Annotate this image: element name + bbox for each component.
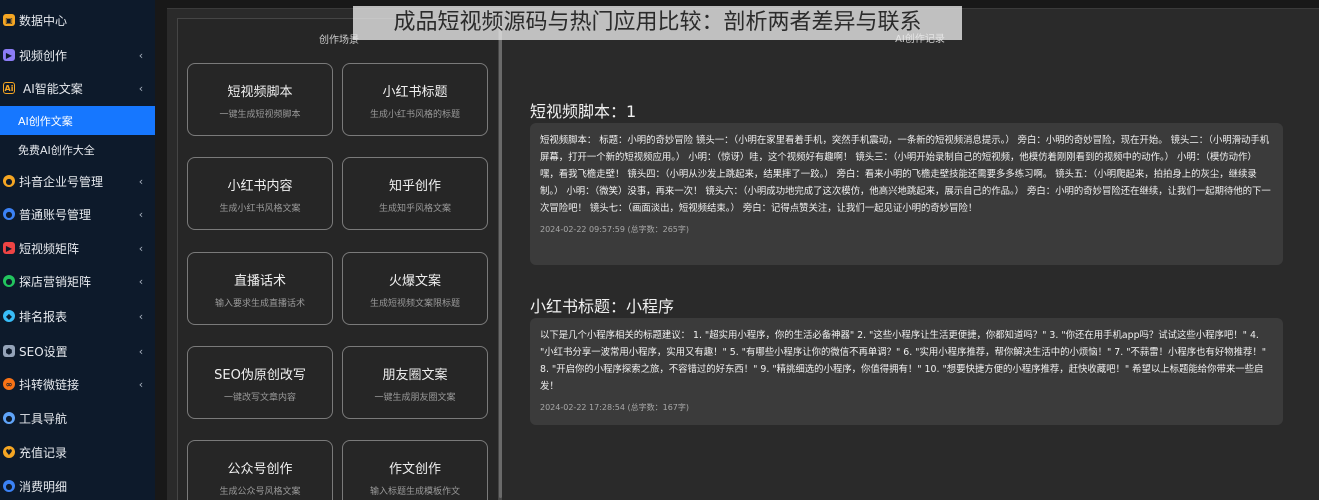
report-icon: ◆	[3, 310, 15, 322]
watermark-title: 成品短视频源码与热门应用比较：剖析两者差异与联系	[353, 6, 962, 40]
chevron-left-icon: ‹	[138, 241, 144, 255]
sidebar-item-label: 抖音企业号管理	[19, 174, 104, 189]
card-wechat-article[interactable]: 公众号创作 生成公众号风格文案	[187, 440, 333, 500]
sidebar-item-label: 排名报表	[19, 309, 68, 324]
chevron-left-icon: ‹	[138, 48, 144, 62]
card-xhs-title[interactable]: 小红书标题 生成小红书风格的标题	[342, 63, 488, 136]
card-title: 小红书内容	[227, 179, 293, 194]
record-body: 短视频脚本： 标题：小明的奇妙冒险 镜头一：（小明在家里看着手机，突然手机震动，…	[540, 135, 1271, 214]
sidebar-item-free-ai[interactable]: 免费AI创作大全	[0, 135, 155, 165]
card-title: 知乎创作	[388, 179, 441, 194]
sidebar-item-label: SEO设置	[19, 344, 68, 359]
sidebar-item-label: AI智能文案	[23, 81, 83, 96]
sidebar-item-label: 免费AI创作大全	[18, 144, 95, 157]
tools-icon: ●	[3, 412, 15, 424]
card-subtitle: 生成小红书风格的标题	[369, 110, 460, 120]
card-subtitle: 生成小红书风格文案	[219, 204, 301, 214]
ai-icon: Ai	[3, 82, 15, 94]
card-title: 朋友圈文案	[382, 368, 448, 383]
video-icon: ▶	[3, 49, 15, 61]
card-moments[interactable]: 朋友圈文案 一键生成朋友圈文案	[342, 346, 488, 419]
record-meta: 2024-02-22 17:28:54 (总字数：167字)	[540, 403, 690, 412]
record-meta: 2024-02-22 09:57:59 (总字数：265字)	[540, 225, 690, 234]
sidebar-item-video-matrix[interactable]: ▶ 短视频矩阵 ‹	[0, 233, 155, 263]
sidebar-item-seo[interactable]: ⬢ SEO设置 ‹	[0, 336, 155, 366]
chevron-left-icon: ‹	[138, 344, 144, 358]
sidebar-item-ai-copy[interactable]: Ai AI智能文案 ‹	[0, 73, 155, 103]
sidebar-item-link[interactable]: ∞ 抖转微链接 ‹	[0, 369, 155, 399]
sidebar-item-label: 充值记录	[19, 445, 68, 460]
sidebar-item-label: 探店营销矩阵	[19, 274, 92, 289]
sidebar-item-label: 消费明细	[19, 479, 68, 494]
sidebar-item-account[interactable]: ● 普通账号管理 ‹	[0, 199, 155, 229]
account-icon: ●	[3, 208, 15, 220]
chevron-left-icon: ‹	[138, 274, 144, 288]
record-heading: 短视频脚本：1	[530, 102, 637, 121]
chevron-left-icon: ‹	[138, 174, 144, 188]
record-card: 短视频脚本： 标题：小明的奇妙冒险 镜头一：（小明在家里看着手机，突然手机震动，…	[530, 123, 1283, 265]
card-subtitle: 输入要求生成直播话术	[214, 299, 305, 309]
card-video-script[interactable]: 短视频脚本 一键生成短视频脚本	[187, 63, 333, 136]
card-subtitle: 一键生成短视频脚本	[219, 110, 301, 120]
record-card: 以下是几个小程序相关的标题建议： 1. "超实用小程序，你的生活必备神器" 2.…	[530, 318, 1283, 425]
card-title: 短视频脚本	[227, 85, 293, 100]
sidebar-item-label: 工具导航	[19, 411, 68, 426]
card-live-script[interactable]: 直播话术 输入要求生成直播话术	[187, 252, 333, 325]
card-subtitle: 生成短视频文案限标题	[369, 299, 460, 309]
sidebar-item-label: 数据中心	[19, 13, 68, 28]
recharge-icon: ♥	[3, 446, 15, 458]
chevron-left-icon: ‹	[138, 309, 144, 323]
card-subtitle: 一键改写文章内容	[223, 393, 296, 403]
card-subtitle: 生成公众号风格文案	[219, 487, 301, 497]
sidebar-item-label: 短视频矩阵	[19, 241, 80, 256]
sidebar-item-report[interactable]: ◆ 排名报表 ‹	[0, 301, 155, 331]
card-subtitle: 生成知乎风格文案	[378, 204, 451, 214]
card-viral-copy[interactable]: 火爆文案 生成短视频文案限标题	[342, 252, 488, 325]
consume-icon: ●	[3, 480, 15, 492]
card-seo-rewrite[interactable]: SEO伪原创改写 一键改写文章内容	[187, 346, 333, 419]
douyin-icon: ●	[3, 175, 15, 187]
sidebar-item-store-matrix[interactable]: ● 探店营销矩阵 ‹	[0, 266, 155, 296]
data-center-icon: ▣	[3, 14, 15, 26]
card-xhs-content[interactable]: 小红书内容 生成小红书风格文案	[187, 157, 333, 230]
card-subtitle: 输入标题生成模板作文	[369, 487, 460, 497]
card-title: SEO伪原创改写	[214, 368, 306, 383]
card-essay[interactable]: 作文创作 输入标题生成模板作文	[342, 440, 488, 500]
sidebar-item-label: 视频创作	[19, 48, 68, 63]
sidebar-item-ai-create[interactable]: AI创作文案	[0, 106, 155, 135]
seo-icon: ⬢	[3, 345, 15, 357]
sidebar-item-label: 普通账号管理	[19, 207, 92, 222]
record-heading: 小红书标题：小程序	[530, 297, 675, 316]
card-title: 直播话术	[233, 274, 286, 289]
sidebar-item-video[interactable]: ▶ 视频创作 ‹	[0, 40, 155, 70]
card-title: 作文创作	[388, 462, 441, 477]
sidebar-item-data-center[interactable]: ▣ 数据中心	[0, 5, 155, 35]
card-subtitle: 一键生成朋友圈文案	[374, 393, 456, 403]
sidebar-item-recharge[interactable]: ♥ 充值记录	[0, 437, 155, 467]
card-zhihu[interactable]: 知乎创作 生成知乎风格文案	[342, 157, 488, 230]
matrix-icon: ▶	[3, 242, 15, 254]
chevron-left-icon: ‹	[138, 207, 144, 221]
sidebar-item-consume[interactable]: ● 消费明细	[0, 471, 155, 500]
card-title: 公众号创作	[227, 462, 293, 477]
chevron-left-icon: ‹	[138, 81, 144, 95]
chevron-left-icon: ‹	[138, 377, 144, 391]
link-icon: ∞	[3, 378, 15, 390]
card-title: 火爆文案	[388, 274, 441, 289]
record-body: 以下是几个小程序相关的标题建议： 1. "超实用小程序，你的生活必备神器" 2.…	[540, 330, 1267, 392]
sidebar-item-label: 抖转微链接	[19, 377, 80, 392]
sidebar-item-douyin-enterprise[interactable]: ● 抖音企业号管理 ‹	[0, 166, 155, 196]
sidebar-item-tools[interactable]: ● 工具导航	[0, 403, 155, 433]
sidebar-item-label: AI创作文案	[18, 114, 73, 128]
card-title: 小红书标题	[382, 85, 448, 100]
store-icon: ●	[3, 275, 15, 287]
sidebar: ▣ 数据中心 ▶ 视频创作 ‹ Ai AI智能文案 ‹ AI创作文案 免费AI创…	[0, 0, 155, 500]
scrollbar[interactable]	[499, 20, 502, 498]
